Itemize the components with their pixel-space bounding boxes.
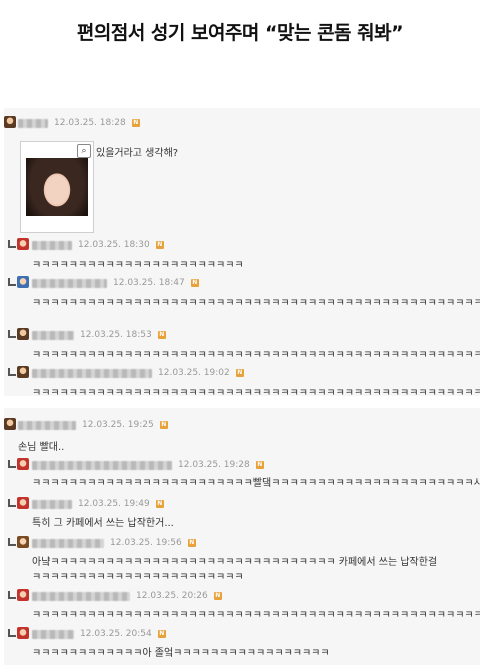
blurred-nickname[interactable] [32,368,152,378]
reply-arrow-icon [8,240,16,248]
comment-text: 손님 빨대.. [18,442,65,453]
comment-text: ㅋㅋㅋㅋㅋㅋㅋㅋㅋㅋㅋㅋㅋㅋㅋㅋㅋㅋㅋㅋㅋㅋㅋㅋㅋㅋㅋㅋㅋㅋㅋㅋㅋㅋㅋㅋㅋㅋㅋㅋ… [32,610,480,621]
comment-time: 12.03.25. 18:30 [78,240,150,250]
new-badge: N [235,369,244,377]
reply-arrow-icon [8,330,16,338]
new-badge: N [131,119,140,127]
comment-time: 12.03.25. 20:26 [136,591,208,601]
comment-time: 12.03.25. 18:47 [113,278,185,288]
blurred-nickname[interactable] [18,420,76,430]
page-headline: 편의점서 성기 보여주며 “맞는 콘돔 줘봐” [76,22,404,44]
zoom-icon[interactable]: ⌕ [77,144,91,158]
photo-image [26,158,88,216]
user-avatar-icon [17,366,29,378]
attached-photo[interactable]: ⌕ [20,141,94,233]
user-avatar-icon [4,418,16,430]
comment-time: 12.03.25. 18:28 [54,118,126,128]
user-avatar-icon [17,589,29,601]
new-badge: N [213,592,222,600]
blurred-nickname[interactable] [32,591,130,601]
new-badge: N [157,630,166,638]
comment-time: 12.03.25. 19:49 [78,499,150,509]
reply-arrow-icon [8,368,16,376]
comment-text: 특히 그 카페에서 쓰는 납작한거... [32,518,174,529]
blurred-nickname[interactable] [32,460,172,470]
new-badge: N [190,279,199,287]
user-avatar-icon [4,116,16,128]
comment-text: 아냨ㅋㅋㅋㅋㅋㅋㅋㅋㅋㅋㅋㅋㅋㅋㅋㅋㅋㅋㅋㅋㅋㅋㅋㅋㅋㅋㅋㅋㅋㅋㅋ 카페에서 쓰… [32,557,438,568]
comment-time: 12.03.25. 19:28 [178,460,250,470]
user-avatar-icon [17,627,29,639]
new-badge: N [155,241,164,249]
reply-arrow-icon [8,460,16,468]
comment-text: ㅋㅋㅋㅋㅋㅋㅋㅋㅋㅋㅋㅋㅋㅋㅋㅋㅋㅋㅋㅋㅋㅋㅋㅋㅋㅋㅋㅋㅋㅋㅋㅋㅋㅋㅋㅋㅋㅋㅋㅋ… [32,350,480,361]
new-badge: N [157,331,166,339]
blurred-nickname[interactable] [32,629,74,639]
comment-time: 12.03.25. 19:02 [158,368,230,378]
user-avatar-icon [17,497,29,509]
reply-arrow-icon [8,278,16,286]
blurred-nickname[interactable] [32,278,107,288]
blurred-nickname[interactable] [32,499,72,509]
blurred-nickname[interactable] [32,538,104,548]
comment-text: ㅋㅋㅋㅋㅋㅋㅋㅋㅋㅋㅋㅋ아 졸엌ㅋㅋㅋㅋㅋㅋㅋㅋㅋㅋㅋㅋㅋㅋㅋㅋㅋ [32,648,330,659]
reply-arrow-icon [8,499,16,507]
new-badge: N [155,500,164,508]
comment-thread: 12.03.25. 19:25 N 손님 빨대.. 12.03.25. 19:2… [4,408,480,665]
blurred-nickname[interactable] [18,118,48,128]
reply-arrow-icon [8,629,16,637]
comment-text: ㅋㅋㅋㅋㅋㅋㅋㅋㅋㅋㅋㅋㅋㅋㅋㅋㅋㅋㅋㅋㅋㅋㅋ [32,260,244,271]
new-badge: N [255,461,264,469]
blurred-nickname[interactable] [32,330,74,340]
comment-text-continued: ㅋㅋㅋㅋㅋㅋㅋㅋㅋㅋㅋㅋㅋㅋㅋㅋㅋㅋㅋㅋㅋㅋㅋ [32,572,244,583]
comment-text: ㅋㅋㅋㅋㅋㅋㅋㅋㅋㅋㅋㅋㅋㅋㅋㅋㅋㅋㅋㅋㅋㅋㅋㅋㅋㅋㅋㅋㅋㅋㅋㅋㅋㅋㅋㅋㅋㅋㅋㅋ… [32,388,480,399]
comment-text: ㅋㅋㅋㅋㅋㅋㅋㅋㅋㅋㅋㅋㅋㅋㅋㅋㅋㅋㅋㅋㅋㅋㅋㅋㅋㅋㅋㅋㅋㅋㅋㅋㅋㅋㅋㅋㅋㅋㅋㅋ… [32,298,480,309]
comment-text: ㅋㅋㅋㅋㅋㅋㅋㅋㅋㅋㅋㅋㅋㅋㅋㅋㅋㅋㅋㅋㅋㅋㅋㅋ빨댘ㅋㅋㅋㅋㅋㅋㅋㅋㅋㅋㅋㅋㅋㅋ… [32,478,480,489]
new-badge: N [187,539,196,547]
comment-time: 12.03.25. 18:53 [80,330,152,340]
comment-text: 있을거라고 생각해? [96,148,179,159]
reply-arrow-icon [8,591,16,599]
reply-arrow-icon [8,538,16,546]
user-avatar-icon [17,536,29,548]
blurred-nickname[interactable] [32,240,72,250]
new-badge: N [159,421,168,429]
comment-thread: 12.03.25. 18:28 N 있을거라고 생각해? ⌕ 12.03.25.… [4,108,480,399]
comment-time: 12.03.25. 19:25 [82,420,154,430]
user-avatar-icon [17,458,29,470]
user-avatar-icon [17,328,29,340]
user-avatar-icon [17,238,29,250]
user-avatar-icon [17,276,29,288]
comment-time: 12.03.25. 20:54 [80,629,152,639]
comment-time: 12.03.25. 19:56 [110,538,182,548]
